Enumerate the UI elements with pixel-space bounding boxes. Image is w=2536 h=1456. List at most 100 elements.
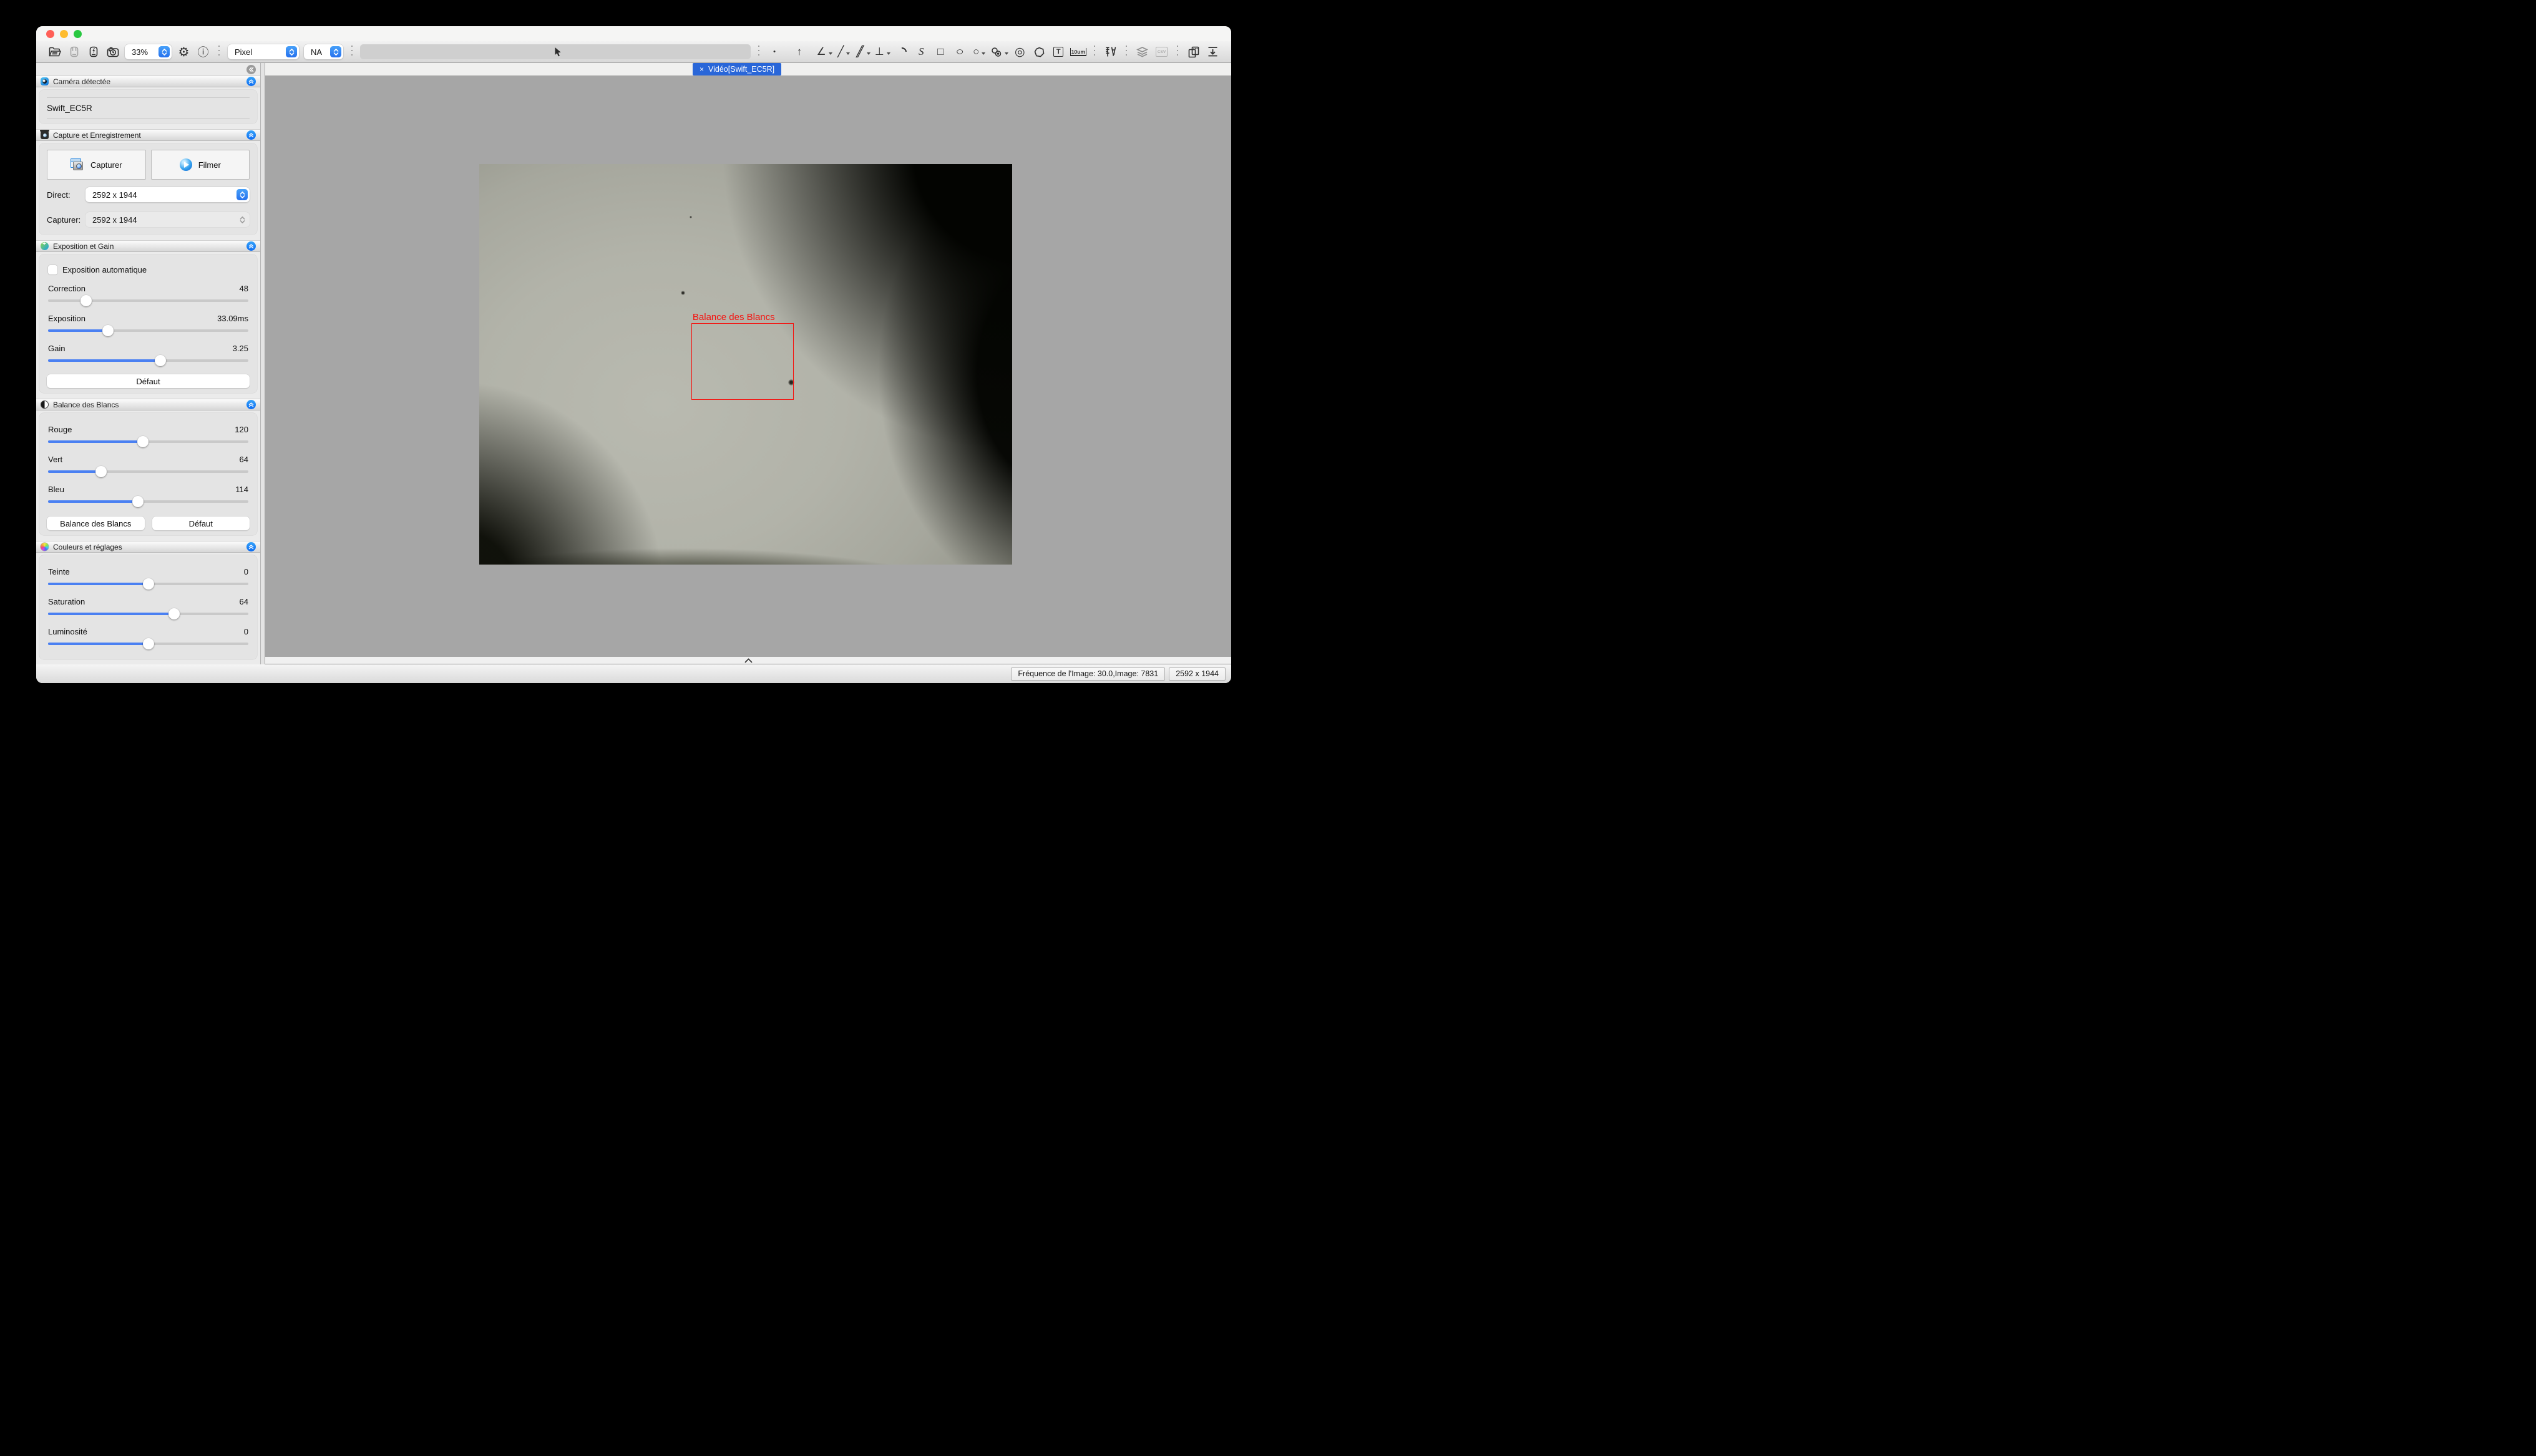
- slider-thumb[interactable]: [132, 496, 144, 507]
- chevron-down-icon: [1005, 52, 1008, 55]
- capture-record-icon: [41, 131, 49, 139]
- slider-thumb[interactable]: [95, 466, 107, 477]
- capture-button[interactable]: Capturer: [47, 150, 146, 180]
- settings-gear-button[interactable]: ⚙: [176, 44, 192, 60]
- tab-video[interactable]: × Vidéo[Swift_EC5R]: [693, 63, 781, 75]
- unit-value: Pixel: [235, 47, 252, 57]
- info-button[interactable]: ⓘ: [195, 44, 211, 60]
- section-header-camera[interactable]: Caméra détectée: [36, 75, 260, 87]
- minimize-window-button[interactable]: [60, 30, 68, 38]
- close-window-button[interactable]: [46, 30, 54, 38]
- angle-tool-button[interactable]: ∠: [817, 44, 832, 60]
- dust-speck: [690, 216, 692, 218]
- sidebar-splitter[interactable]: [261, 63, 265, 664]
- magnification-select[interactable]: NA: [304, 44, 343, 59]
- stepper-icon: [237, 189, 248, 200]
- white-balance-button[interactable]: Balance des Blancs: [47, 517, 145, 530]
- camera-control-sidebar: Caméra détectée Swift_EC5R Capture et En…: [36, 63, 261, 664]
- toolbar-divider: [1126, 46, 1127, 58]
- capture-resolution-select[interactable]: 2592 x 1944: [85, 212, 250, 227]
- line-tool-button[interactable]: ╱: [836, 44, 852, 60]
- color-wheel-icon: [41, 543, 49, 551]
- slider-thumb[interactable]: [168, 608, 180, 619]
- slider-thumb[interactable]: [143, 578, 154, 590]
- slider-thumb[interactable]: [155, 355, 166, 366]
- scalebar-tool-button[interactable]: 10um: [1070, 44, 1086, 60]
- teinte-slider[interactable]: [48, 578, 248, 590]
- live-resolution-select[interactable]: 2592 x 1944: [85, 187, 250, 202]
- app-window: 33% ⚙ ⓘ Pixel NA • ↑ ∠ ╱: [36, 26, 1231, 683]
- collapse-section-icon[interactable]: [246, 130, 256, 140]
- title-bar[interactable]: [36, 26, 1231, 41]
- gain-slider[interactable]: [48, 354, 248, 367]
- point-tool-button[interactable]: •: [767, 44, 783, 60]
- annulus-tool-button[interactable]: ◎: [1012, 44, 1028, 60]
- white-balance-default-button[interactable]: Défaut: [152, 517, 250, 530]
- capture-camera-icon: [71, 158, 84, 171]
- auto-exposure-checkbox[interactable]: [48, 265, 57, 274]
- collapse-sidebar-button[interactable]: [246, 65, 256, 74]
- polygon-tool-button[interactable]: [1031, 44, 1047, 60]
- export-image-button[interactable]: [1205, 44, 1221, 60]
- open-file-button[interactable]: [47, 44, 62, 60]
- measurement-tools-button[interactable]: [1103, 44, 1118, 60]
- collapse-section-icon[interactable]: [246, 241, 256, 251]
- section-header-capture[interactable]: Capture et Enregistrement: [36, 129, 260, 141]
- ellipse-tool-button[interactable]: ○: [952, 44, 968, 60]
- slider-thumb[interactable]: [80, 295, 92, 306]
- layers-button[interactable]: [1134, 44, 1150, 60]
- camera-list-panel: Swift_EC5R: [39, 90, 257, 124]
- collapse-section-icon[interactable]: [246, 77, 256, 86]
- vert-value: 64: [240, 455, 248, 464]
- collapse-section-icon[interactable]: [246, 542, 256, 551]
- collapse-section-icon[interactable]: [246, 400, 256, 409]
- csv-export-button[interactable]: CSV: [1154, 44, 1169, 60]
- camera-timer-button[interactable]: [105, 44, 120, 60]
- record-flash-button[interactable]: [85, 44, 101, 60]
- toolbar-divider: [1094, 46, 1095, 58]
- white-balance-roi-label: Balance des Blancs: [693, 312, 775, 323]
- rouge-slider[interactable]: [48, 435, 248, 448]
- camera-list-item[interactable]: Swift_EC5R: [47, 97, 250, 119]
- correction-slider[interactable]: [48, 294, 248, 307]
- arc-icon: [895, 45, 909, 58]
- slider-thumb[interactable]: [143, 638, 154, 649]
- close-tab-icon[interactable]: ×: [700, 65, 704, 74]
- section-header-white-balance[interactable]: Balance des Blancs: [36, 399, 260, 410]
- perpendicular-tool-button[interactable]: ⊥: [875, 44, 890, 60]
- correction-value: 48: [240, 284, 248, 293]
- text-tool-button[interactable]: T: [1051, 44, 1066, 60]
- section-header-exposure[interactable]: Exposition et Gain: [36, 240, 260, 252]
- bleu-slider[interactable]: [48, 495, 248, 508]
- exposition-value: 33.09ms: [217, 314, 248, 323]
- section-header-colors[interactable]: Couleurs et réglages: [36, 541, 260, 553]
- zoom-level-select[interactable]: 33%: [125, 44, 172, 59]
- slider-thumb[interactable]: [102, 325, 114, 336]
- circle-tool-button[interactable]: ○: [972, 44, 987, 60]
- white-balance-panel: Rouge 120 Vert 64 Bleu 114: [39, 413, 257, 535]
- rectangle-tool-button[interactable]: □: [933, 44, 949, 60]
- cursor-tool-button[interactable]: [360, 44, 751, 59]
- exposition-slider[interactable]: [48, 324, 248, 337]
- white-balance-roi-rect[interactable]: Balance des Blancs: [691, 323, 794, 400]
- slider-thumb[interactable]: [137, 436, 149, 447]
- curve-tool-button[interactable]: S: [914, 44, 929, 60]
- status-bar: Fréquence de l'Image: 30.0,Image: 7831 2…: [36, 664, 1231, 683]
- record-video-button[interactable]: Filmer: [151, 150, 250, 180]
- video-canvas[interactable]: Balance des Blancs: [265, 75, 1231, 657]
- teinte-value: 0: [244, 567, 248, 576]
- linked-circles-tool-button[interactable]: [991, 44, 1008, 60]
- exposure-default-button[interactable]: Défaut: [47, 374, 250, 388]
- bottom-panel-toggle[interactable]: [265, 657, 1231, 664]
- arrow-tool-button[interactable]: ↑: [792, 44, 807, 60]
- vert-slider[interactable]: [48, 465, 248, 478]
- live-video-frame[interactable]: Balance des Blancs: [479, 164, 1012, 565]
- copy-image-button[interactable]: [1186, 44, 1201, 60]
- luminosite-slider[interactable]: [48, 638, 248, 650]
- record-save-button[interactable]: [66, 44, 82, 60]
- saturation-slider[interactable]: [48, 608, 248, 620]
- parallel-tool-button[interactable]: ╱╱: [856, 44, 871, 60]
- arc-tool-button[interactable]: [894, 44, 910, 60]
- zoom-window-button[interactable]: [74, 30, 82, 38]
- unit-select[interactable]: Pixel: [228, 44, 299, 59]
